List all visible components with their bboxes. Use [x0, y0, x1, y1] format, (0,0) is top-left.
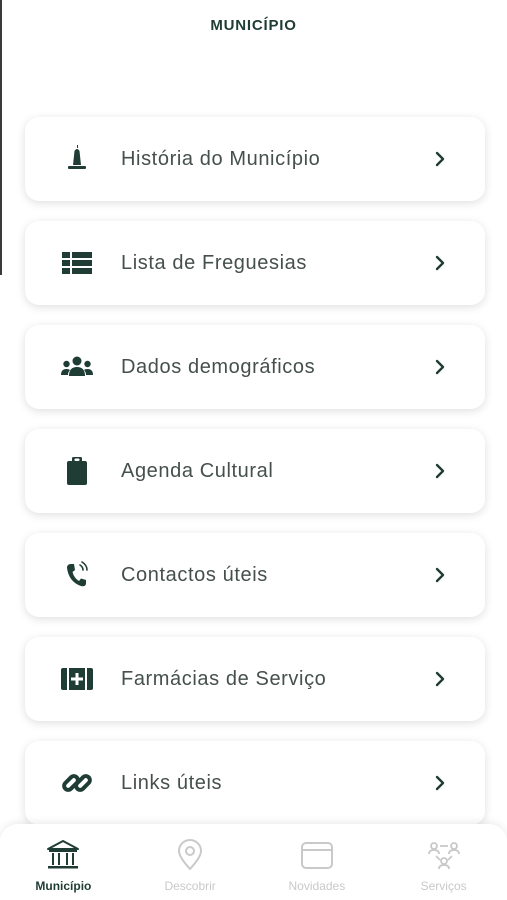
chevron-right-icon — [435, 359, 445, 375]
page-title: MUNICÍPIO — [210, 16, 297, 34]
tab-municipio[interactable]: Município — [0, 824, 127, 900]
menu-item-links[interactable]: Links úteis — [25, 741, 485, 825]
chevron-right-icon — [435, 567, 445, 583]
medkit-icon — [57, 659, 97, 699]
clipboard-icon — [57, 451, 97, 491]
menu-list: História do Município Lista de Freguesia… — [25, 117, 485, 845]
phone-icon — [57, 555, 97, 595]
chevron-right-icon — [435, 775, 445, 791]
menu-item-label: Links úteis — [121, 771, 223, 794]
tab-label: Município — [35, 879, 92, 893]
menu-item-label: Contactos úteis — [121, 563, 268, 586]
bottom-tab-bar: Município Descobrir Novidades Serviços — [0, 824, 507, 900]
chevron-right-icon — [435, 151, 445, 167]
menu-item-historia[interactable]: História do Município — [25, 117, 485, 201]
tab-label: Descobrir — [164, 879, 216, 893]
link-icon — [57, 763, 97, 803]
menu-item-farmacias[interactable]: Farmácias de Serviço — [25, 637, 485, 721]
users-icon — [57, 347, 97, 387]
menu-item-dados-demograficos[interactable]: Dados demográficos — [25, 325, 485, 409]
tab-descobrir[interactable]: Descobrir — [127, 824, 254, 900]
header: MUNICÍPIO — [0, 0, 507, 50]
card-icon — [300, 842, 333, 869]
menu-item-label: Lista de Freguesias — [121, 251, 307, 274]
map-pin-icon — [178, 839, 203, 870]
tab-label: Serviços — [420, 879, 467, 893]
menu-item-label: História do Município — [121, 147, 321, 170]
menu-item-contactos[interactable]: Contactos úteis — [25, 533, 485, 617]
tab-servicos[interactable]: Serviços — [380, 824, 507, 900]
menu-item-agenda-cultural[interactable]: Agenda Cultural — [25, 429, 485, 513]
list-icon — [57, 243, 97, 283]
bank-icon — [47, 840, 80, 869]
menu-item-label: Agenda Cultural — [121, 459, 274, 482]
menu-item-label: Dados demográficos — [121, 355, 316, 378]
chevron-right-icon — [435, 255, 445, 271]
chevron-right-icon — [435, 463, 445, 479]
monument-icon — [57, 139, 97, 179]
menu-item-label: Farmácias de Serviço — [121, 667, 327, 690]
tab-novidades[interactable]: Novidades — [254, 824, 381, 900]
chevron-right-icon — [435, 671, 445, 687]
tab-label: Novidades — [288, 879, 346, 893]
menu-item-freguesias[interactable]: Lista de Freguesias — [25, 221, 485, 305]
network-icon — [427, 842, 460, 870]
